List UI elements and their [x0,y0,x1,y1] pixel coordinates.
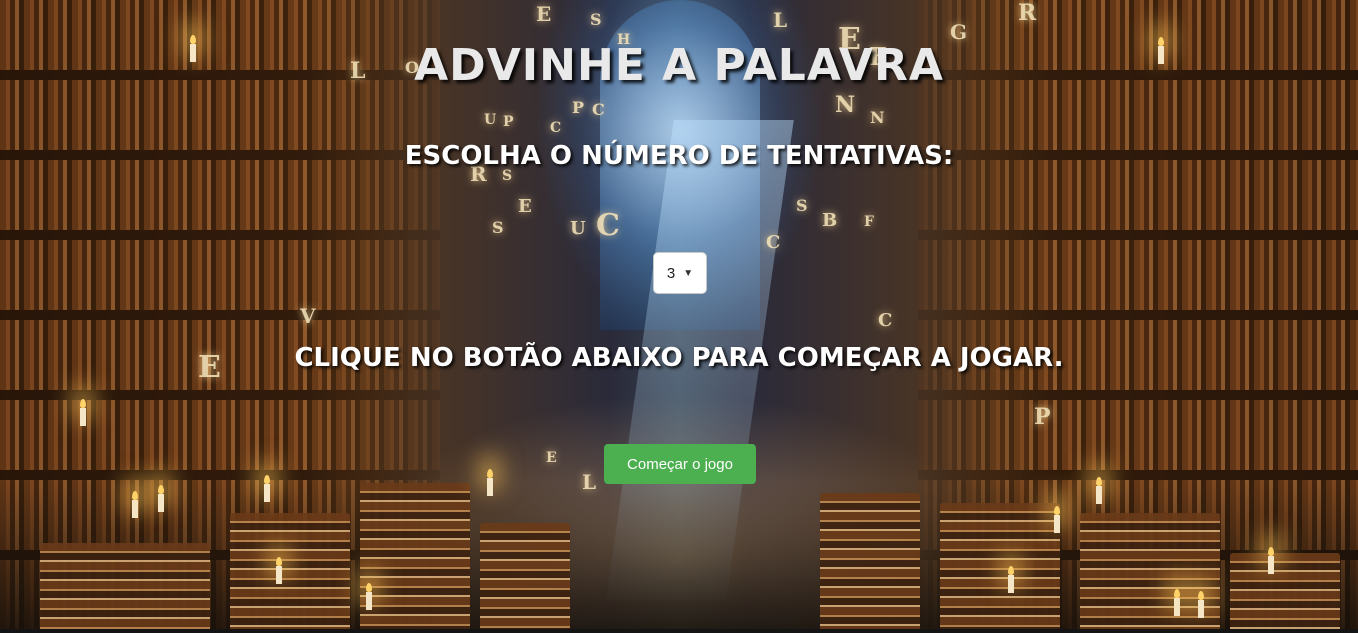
attempts-select-value: 3 [666,264,676,282]
bottom-edge [0,629,1358,633]
instructions-text: CLIQUE NO BOTÃO ABAIXO PARA COMEÇAR A JO… [294,343,1064,373]
attempts-select[interactable]: 3 ▼ [653,252,707,294]
start-game-button[interactable]: Começar o jogo [604,444,756,484]
attempts-label: ESCOLHA O NÚMERO DE TENTATIVAS: [404,141,954,171]
chevron-down-icon: ▼ [683,267,694,279]
page-title: ADVINHE A PALAVRA [414,40,944,91]
main-content: ADVINHE A PALAVRA ESCOLHA O NÚMERO DE TE… [0,0,1358,633]
game-start-screen: ESLHEELONPCUPCNRSEUCSBFCSVCEPELGR ADVINH… [0,0,1358,633]
